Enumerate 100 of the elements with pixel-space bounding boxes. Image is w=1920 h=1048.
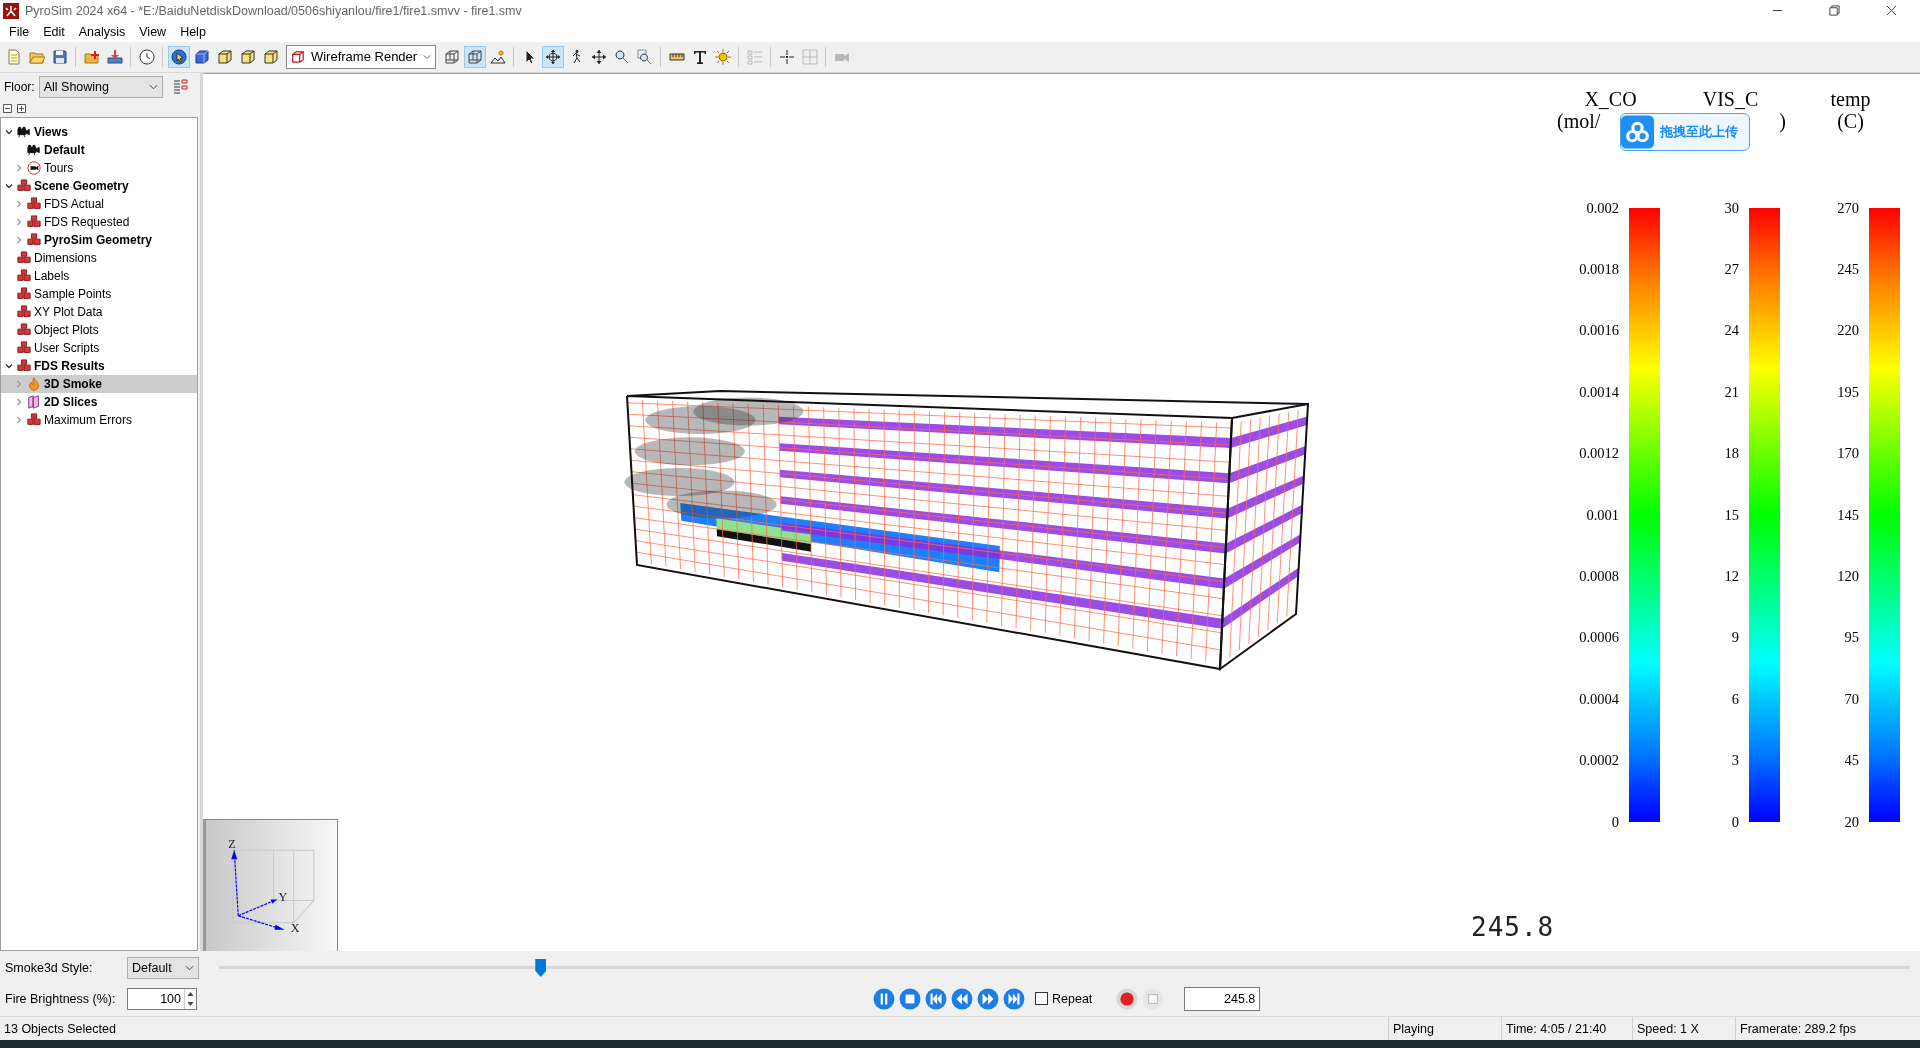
legend-tick-label: 170 [1837,444,1859,463]
tree-item[interactable]: PyroSim Geometry [1,230,197,249]
tree-item[interactable]: Scene Geometry [1,176,197,195]
timeline-thumb[interactable] [535,958,547,977]
legend-tick-label: 0 [1731,812,1739,831]
chevron-icon[interactable] [5,127,13,136]
first-icon[interactable] [925,987,947,1010]
tree-item[interactable]: Object Plots [1,320,197,339]
blocks-icon [17,268,31,283]
smoke-style-dropdown[interactable]: Default [127,956,199,979]
move-icon [590,48,607,65]
tree-label: Maximum Errors [44,412,132,427]
tree-item[interactable]: Labels [1,266,197,285]
legend-tick-label: 21 [1724,382,1739,401]
next-icon[interactable] [977,987,999,1010]
solid-cube-icon [193,48,210,65]
tree-item[interactable]: Views [1,122,197,141]
last-icon[interactable] [1003,987,1025,1010]
legend-tick-label: 15 [1724,505,1739,524]
tree-item[interactable]: Tours [1,158,197,177]
fire-brightness-field[interactable]: 100 [127,987,197,1010]
tree-item[interactable]: Maximum Errors [1,410,197,429]
legend-tick-label: 245 [1837,260,1859,278]
landscape-light-icon [489,48,506,65]
text-tool-icon [691,48,708,65]
legend-tick-label: 9 [1731,628,1739,647]
legend-tick-label: 0.0002 [1579,751,1619,770]
menu-item[interactable]: Analysis [71,24,133,39]
blocks-icon [17,340,31,355]
folder-add-icon [83,48,100,65]
tree-item[interactable]: Dimensions [1,248,197,267]
chevron-icon[interactable] [5,181,13,190]
wire-cube-icon [443,48,460,65]
import-icon [106,48,123,65]
tree-item[interactable]: User Scripts [1,338,197,357]
time-readout: 245.8 [1471,911,1555,942]
menu-item[interactable]: Edit [36,24,72,39]
close-icon[interactable] [1886,5,1897,17]
tree-item[interactable]: FDS Actual [1,194,197,213]
tree-item[interactable]: Sample Points [1,284,197,303]
blocks-icon [27,412,41,427]
stop-icon[interactable] [899,987,921,1010]
menu-item[interactable]: View [132,24,174,39]
legend-tick-label: 20 [1844,812,1859,831]
menu-item[interactable]: File [2,24,37,39]
save-icon [51,48,68,65]
tree-label: Scene Geometry [34,178,129,193]
blocks-icon [17,322,31,337]
legend-tick-label: 95 [1844,628,1859,647]
toolbar-button[interactable] [541,45,564,68]
legend-tick-label: 195 [1837,382,1859,401]
time-field[interactable]: 245.8 [1184,986,1261,1011]
legend-tick-label: 3 [1731,751,1739,770]
orbit-icon [544,48,561,65]
caret-icon [185,964,194,971]
legend-tick-label: 70 [1844,689,1859,708]
toolbar-button[interactable] [167,45,190,68]
legend-tick-label: 27 [1724,260,1739,278]
tree-item[interactable]: FDS Requested [1,212,197,231]
legend-unit: ) [1779,109,1786,132]
legend-tick-label: 0.0004 [1579,689,1619,708]
legend-tick-label: 0 [1611,812,1619,831]
menu-item[interactable]: Help [173,24,213,39]
pause-icon[interactable] [873,987,895,1010]
restore-icon[interactable] [1829,5,1840,17]
render-mode-dropdown[interactable]: Wireframe Render [286,44,436,69]
tree-label: Labels [34,268,70,283]
tree-item[interactable]: 2D Slices [1,392,197,411]
tree-item[interactable]: FDS Results [1,356,197,375]
tree-item[interactable]: XY Plot Data [1,302,197,321]
repeat-checkbox[interactable] [1035,992,1048,1006]
legend-tick-label: 270 [1837,198,1859,217]
tree-item[interactable]: 3D Smoke [1,374,197,393]
axis-label: X [290,920,300,935]
axis-label: Z [228,836,236,851]
tree-label: 3D Smoke [44,376,103,391]
chevron-icon[interactable] [5,361,13,370]
legend-tick-label: 0.001 [1586,505,1619,524]
tree-label: Tours [44,160,74,175]
list-icon [746,48,763,65]
expand-all-icon[interactable] [17,104,26,114]
spinner-arrows-icon[interactable] [184,988,196,1009]
tree-item[interactable]: Default [1,140,197,159]
tree-label: Dimensions [34,250,97,265]
floor-order-icon[interactable] [172,78,189,95]
tree-label: Default [44,142,85,157]
wire-cube-icon [466,48,483,65]
blocks-icon [17,286,31,301]
window-title: PyroSim 2024 x64 - *E:/BaiduNetdiskDownload/0506shiyanlou/fire1/fire1.smvv - fire1.smv [25,3,522,18]
blocks-icon [17,304,31,319]
floor-dropdown[interactable]: All Showing [38,75,163,98]
record-icon[interactable] [1116,987,1139,1010]
prev-icon[interactable] [951,987,973,1010]
blocks-icon [17,358,31,373]
tree-label: PyroSim Geometry [44,232,153,247]
collapse-all-icon[interactable] [3,104,12,114]
legend-tick-label: 24 [1724,321,1739,340]
tree-label: FDS Results [34,358,105,373]
cube-icon [216,48,233,65]
tree-label: FDS Requested [44,214,130,229]
